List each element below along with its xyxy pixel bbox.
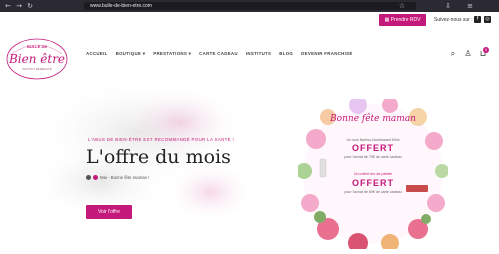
browser-toolbar: ← → ↻ www.bulle-de-bien-etre.com ☆ ⇩ ≡ <box>0 0 499 12</box>
reload-icon[interactable]: ↻ <box>26 2 34 10</box>
url-text: www.bulle-de-bien-etre.com <box>90 3 152 9</box>
promo-heading: Bonne fête maman <box>330 114 416 124</box>
nav-blog[interactable]: BLOG <box>279 50 293 58</box>
promo-offer2-sub: pour l'achat de 80€ de carte cadeau <box>344 190 402 194</box>
top-bar: ▦ Prendre RDV Suivez-nous sur : f ◎ <box>0 12 499 30</box>
book-appointment-button[interactable]: ▦ Prendre RDV <box>379 14 426 26</box>
avatar <box>86 175 91 180</box>
arrow-left-icon[interactable]: ← <box>4 2 12 10</box>
download-icon[interactable]: ⇩ <box>444 2 452 10</box>
cart-count-badge: 0 <box>483 47 489 53</box>
promo-offer2-line: Un coffret trio de palette <box>353 172 393 176</box>
hero-tagline: L'ABUS DE BIEN-ÊTRE EST RECOMMANDÉ POUR … <box>88 137 235 142</box>
promo-offer1-sub: pour l'achat de 70€ de carte cadeau <box>344 155 402 159</box>
nav-boutique[interactable]: BOUTIQUE ▾ <box>116 50 146 58</box>
address-bar[interactable]: www.bulle-de-bien-etre.com <box>84 2 416 10</box>
promo-offer2-big: OFFERT <box>352 178 394 188</box>
webpage: ▦ Prendre RDV Suivez-nous sur : f ◎ BULL… <box>0 12 499 254</box>
svg-text:INSTITUT DE BEAUTÉ: INSTITUT DE BEAUTÉ <box>22 66 51 71</box>
nav-instituts[interactable]: INSTITUTS <box>246 50 271 58</box>
nav-prestations[interactable]: PRESTATIONS ▾ <box>153 50 191 58</box>
facebook-icon[interactable]: f <box>474 16 481 23</box>
flower-icon <box>93 175 98 180</box>
main-nav: ACCUEIL BOUTIQUE ▾ PRESTATIONS ▾ CARTE C… <box>86 50 353 58</box>
promo-offer1-big: OFFERT <box>352 143 394 153</box>
nav-accueil[interactable]: ACCUEIL <box>86 50 108 58</box>
view-offer-button[interactable]: Voir l'offre <box>86 205 132 219</box>
nav-devenir-franchise[interactable]: DEVENIR FRANCHISÉ <box>301 50 352 58</box>
arrow-right-icon[interactable]: → <box>15 2 23 10</box>
instagram-icon[interactable]: ◎ <box>484 16 491 23</box>
menu-icon[interactable]: ≡ <box>466 2 474 10</box>
follow-label: Suivez-nous sur : <box>434 17 473 23</box>
svg-text:BULLE DE: BULLE DE <box>27 44 47 49</box>
hero-title: L'offre du mois <box>86 146 231 168</box>
user-icon[interactable]: ♙ <box>463 49 473 59</box>
post-meta: Mai - Bonne fête maman ! <box>86 175 149 180</box>
svg-text:Bien être: Bien être <box>8 52 65 66</box>
promo-offer1-line: Un soin Nutrisu-Nourrissant 50ml <box>346 138 400 142</box>
search-icon[interactable]: ⌕ <box>448 49 458 59</box>
star-icon[interactable]: ☆ <box>398 2 406 10</box>
nav-carte-cadeau[interactable]: CARTE CADEAU <box>199 50 238 58</box>
